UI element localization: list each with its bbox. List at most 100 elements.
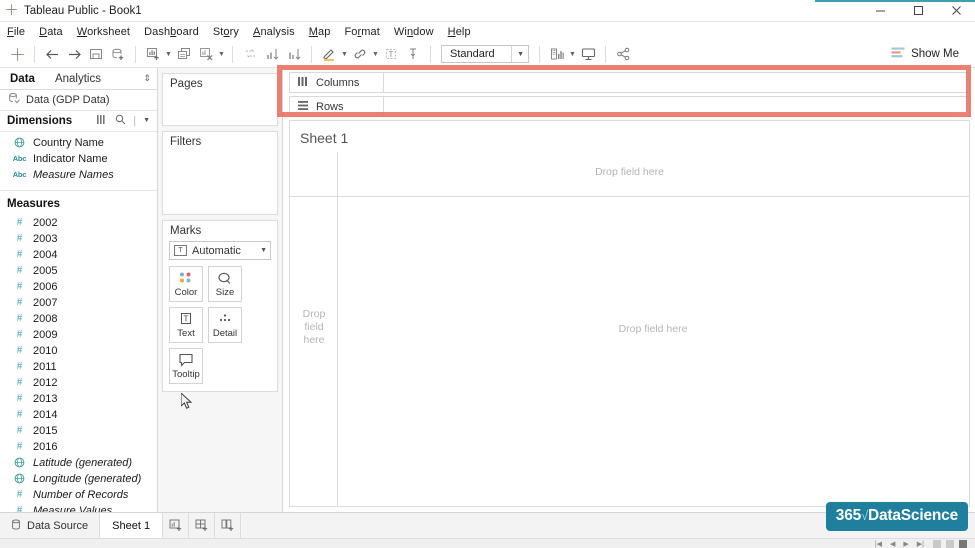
- new-story-tab-icon[interactable]: [215, 513, 241, 538]
- measure-measure-values[interactable]: #Measure Values: [0, 503, 157, 512]
- marks-size-button[interactable]: Size: [208, 266, 242, 302]
- share-icon[interactable]: [612, 44, 634, 65]
- duplicate-sheet-icon[interactable]: [173, 44, 195, 65]
- view-canvas[interactable]: Sheet 1 Drop field here Drop field here …: [289, 120, 970, 507]
- next-sheet-icon[interactable]: ▶: [903, 540, 908, 548]
- view-grid[interactable]: Drop field here Drop field here Drop fie…: [290, 152, 969, 506]
- sheet-title: Sheet 1: [290, 121, 969, 152]
- chevron-down-icon[interactable]: ▼: [143, 117, 150, 124]
- measure-longitude-generated[interactable]: Longitude (generated): [0, 471, 157, 487]
- group-icon[interactable]: [349, 44, 371, 65]
- measure-2011[interactable]: #2011: [0, 359, 157, 375]
- menu-item-data[interactable]: Data: [39, 26, 72, 38]
- measure-2009[interactable]: #2009: [0, 327, 157, 343]
- back-icon[interactable]: [41, 44, 63, 65]
- data-source-item[interactable]: Data (GDP Data): [0, 90, 157, 110]
- measure-2004[interactable]: #2004: [0, 247, 157, 263]
- sheet-sorter-icon[interactable]: [946, 540, 954, 548]
- marks-color-button[interactable]: Color: [169, 266, 203, 302]
- filters-card[interactable]: Filters: [162, 131, 278, 215]
- menu-item-story[interactable]: Story: [213, 26, 248, 38]
- minimize-icon[interactable]: [861, 0, 899, 22]
- measure-2014[interactable]: #2014: [0, 407, 157, 423]
- new-dashboard-tab-icon[interactable]: [189, 513, 215, 538]
- measure-2007[interactable]: #2007: [0, 295, 157, 311]
- highlight-icon[interactable]: [318, 44, 340, 65]
- measure-2015[interactable]: #2015: [0, 423, 157, 439]
- presentation-fit-icon[interactable]: [546, 44, 568, 65]
- highlight-caret-icon[interactable]: ▼: [340, 44, 349, 65]
- rows-shelf-well[interactable]: [384, 96, 970, 117]
- measure-2010[interactable]: #2010: [0, 343, 157, 359]
- menu-item-analysis[interactable]: Analysis: [253, 26, 304, 38]
- marks-tooltip-button[interactable]: Tooltip: [169, 348, 203, 384]
- menu-item-map[interactable]: Map: [309, 26, 340, 38]
- fix-axis-icon[interactable]: [402, 44, 424, 65]
- menu-item-dashboard[interactable]: Dashboard: [144, 26, 208, 38]
- new-data-source-icon[interactable]: [107, 44, 129, 65]
- menu-item-help[interactable]: Help: [448, 26, 480, 38]
- measure-number-of-records[interactable]: #Number of Records: [0, 487, 157, 503]
- data-source-tab[interactable]: Data Source: [0, 513, 100, 538]
- menu-item-format[interactable]: Format: [344, 26, 388, 38]
- first-sheet-icon[interactable]: |◀: [875, 540, 882, 548]
- columns-shelf-well[interactable]: [384, 72, 970, 93]
- data-pane-tabs: Data Analytics ⇕: [0, 68, 157, 90]
- menu-item-worksheet[interactable]: Worksheet: [77, 26, 139, 38]
- measure-2013[interactable]: #2013: [0, 391, 157, 407]
- tab-analytics[interactable]: Analytics: [45, 68, 111, 89]
- chevron-down-icon: ▼: [260, 247, 267, 254]
- measure-2002[interactable]: #2002: [0, 215, 157, 231]
- dimension-country-name[interactable]: Country Name: [0, 135, 157, 151]
- measure-2012[interactable]: #2012: [0, 375, 157, 391]
- rows-shelf[interactable]: Rows: [289, 96, 970, 117]
- new-worksheet-icon[interactable]: [142, 44, 164, 65]
- sort-ascending-icon[interactable]: [261, 44, 283, 65]
- measure-2008[interactable]: #2008: [0, 311, 157, 327]
- menu-item-file[interactable]: File: [7, 26, 34, 38]
- mark-type-dropdown[interactable]: T Automatic ▼: [169, 241, 271, 260]
- columns-shelf[interactable]: Columns: [289, 72, 970, 93]
- sheet-tab-1[interactable]: Sheet 1: [100, 513, 163, 538]
- columns-view-icon[interactable]: [97, 115, 108, 127]
- presentation-fit-caret-icon[interactable]: ▼: [568, 44, 577, 65]
- tab-data[interactable]: Data: [0, 68, 45, 89]
- search-icon[interactable]: [115, 114, 126, 128]
- maximize-icon[interactable]: [899, 0, 937, 22]
- sort-descending-icon[interactable]: [283, 44, 305, 65]
- filmstrip-view-icon[interactable]: [933, 540, 941, 548]
- measure-2006[interactable]: #2006: [0, 279, 157, 295]
- resize-grip-icon[interactable]: ⇕: [137, 68, 157, 89]
- forward-icon[interactable]: [63, 44, 85, 65]
- pages-card[interactable]: Pages: [162, 73, 278, 126]
- close-icon[interactable]: [937, 0, 975, 22]
- group-caret-icon[interactable]: ▼: [371, 44, 380, 65]
- measure-2016[interactable]: #2016: [0, 439, 157, 455]
- presentation-mode-icon[interactable]: [577, 44, 599, 65]
- measure-2003[interactable]: #2003: [0, 231, 157, 247]
- clear-sheet-caret-icon[interactable]: ▼: [217, 44, 226, 65]
- menu-item-window[interactable]: Window: [394, 26, 443, 38]
- new-worksheet-caret-icon[interactable]: ▼: [164, 44, 173, 65]
- measure-latitude-generated[interactable]: Latitude (generated): [0, 455, 157, 471]
- show-me-button[interactable]: Show Me: [891, 47, 969, 62]
- tableau-logo-icon[interactable]: [6, 44, 28, 65]
- field-label: 2008: [33, 313, 57, 325]
- measure-2005[interactable]: #2005: [0, 263, 157, 279]
- save-icon[interactable]: [85, 44, 107, 65]
- marks-text-button[interactable]: TText: [169, 307, 203, 343]
- dimension-indicator-name[interactable]: AbcIndicator Name: [0, 151, 157, 167]
- new-worksheet-tab-icon[interactable]: [163, 513, 189, 538]
- previous-sheet-icon[interactable]: ◀: [890, 540, 895, 548]
- dimension-measure-names[interactable]: AbcMeasure Names: [0, 167, 157, 183]
- fit-dropdown[interactable]: Standard ▼: [441, 45, 529, 63]
- marks-detail-button[interactable]: Detail: [208, 307, 242, 343]
- measures-scroll-area[interactable]: #2002#2003#2004#2005#2006#2007#2008#2009…: [0, 215, 157, 512]
- show-labels-icon[interactable]: T: [380, 44, 402, 65]
- clear-sheet-icon[interactable]: [195, 44, 217, 65]
- number-icon: #: [13, 329, 26, 340]
- swap-rows-cols-icon[interactable]: [239, 44, 261, 65]
- last-sheet-icon[interactable]: ▶|: [917, 540, 924, 548]
- single-sheet-view-icon[interactable]: [959, 540, 967, 548]
- main-area: Data Analytics ⇕ Data (GDP Data) Dimensi…: [0, 68, 975, 512]
